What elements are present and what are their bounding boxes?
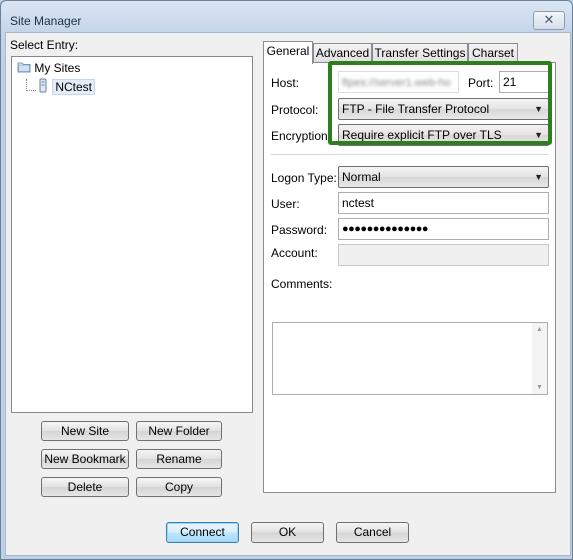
tree-item-nctest[interactable]: NCtest <box>37 78 96 97</box>
title-bar[interactable]: Site Manager ✕ <box>1 1 572 31</box>
tab-advanced[interactable]: Advanced <box>313 43 372 62</box>
divider <box>271 154 548 155</box>
logon-type-label: Logon Type: <box>271 171 337 185</box>
encryption-label: Encryption: <box>271 129 332 143</box>
window-title: Site Manager <box>10 14 82 28</box>
rename-button[interactable]: Rename <box>136 449 222 469</box>
logon-type-value: Normal <box>342 170 381 184</box>
new-site-button[interactable]: New Site <box>41 421 129 441</box>
tab-general[interactable]: General <box>263 41 313 64</box>
tab-charset[interactable]: Charset <box>468 43 518 62</box>
select-entry-label: Select Entry: <box>10 38 79 52</box>
scroll-down-icon[interactable]: ▼ <box>536 384 543 391</box>
comments-label: Comments: <box>271 277 333 291</box>
folder-icon <box>17 60 31 78</box>
password-input[interactable]: ●●●●●●●●●●●●●● <box>338 218 549 240</box>
user-input[interactable]: nctest <box>338 192 549 214</box>
cancel-button[interactable]: Cancel <box>336 522 409 543</box>
user-value: nctest <box>342 196 375 210</box>
comments-scrollbar[interactable]: ▲ ▼ <box>532 323 547 394</box>
tab-transfer-settings[interactable]: Transfer Settings <box>372 43 468 62</box>
password-value: ●●●●●●●●●●●●●● <box>342 223 429 235</box>
logon-type-select[interactable]: Normal ▼ <box>338 166 549 188</box>
connect-button[interactable]: Connect <box>166 522 239 543</box>
delete-button[interactable]: Delete <box>41 477 129 497</box>
protocol-label: Protocol: <box>271 103 319 117</box>
password-label: Password: <box>271 223 328 237</box>
site-tree[interactable]: My Sites NCtest <box>11 56 253 413</box>
account-label: Account: <box>271 246 318 260</box>
ok-button[interactable]: OK <box>251 522 324 543</box>
chevron-down-icon: ▼ <box>534 172 543 182</box>
scroll-up-icon[interactable]: ▲ <box>536 326 543 333</box>
tree-item-my-sites[interactable]: My Sites <box>17 60 80 76</box>
server-icon <box>37 78 49 97</box>
new-bookmark-button[interactable]: New Bookmark <box>41 449 129 469</box>
tree-item-label: My Sites <box>34 61 81 76</box>
tree-connector <box>26 90 36 91</box>
new-folder-button[interactable]: New Folder <box>136 421 222 441</box>
close-icon: ✕ <box>543 12 555 27</box>
account-input <box>338 244 549 266</box>
annotation-highlight-box <box>328 61 552 145</box>
copy-button[interactable]: Copy <box>136 477 222 497</box>
site-manager-window: Site Manager ✕ Select Entry: My Sites NC… <box>0 0 573 560</box>
host-label: Host: <box>271 76 300 90</box>
comments-textarea[interactable]: ▲ ▼ <box>272 322 548 395</box>
user-label: User: <box>271 197 300 211</box>
tree-item-label: NCtest <box>52 78 96 95</box>
close-button[interactable]: ✕ <box>533 11 565 30</box>
